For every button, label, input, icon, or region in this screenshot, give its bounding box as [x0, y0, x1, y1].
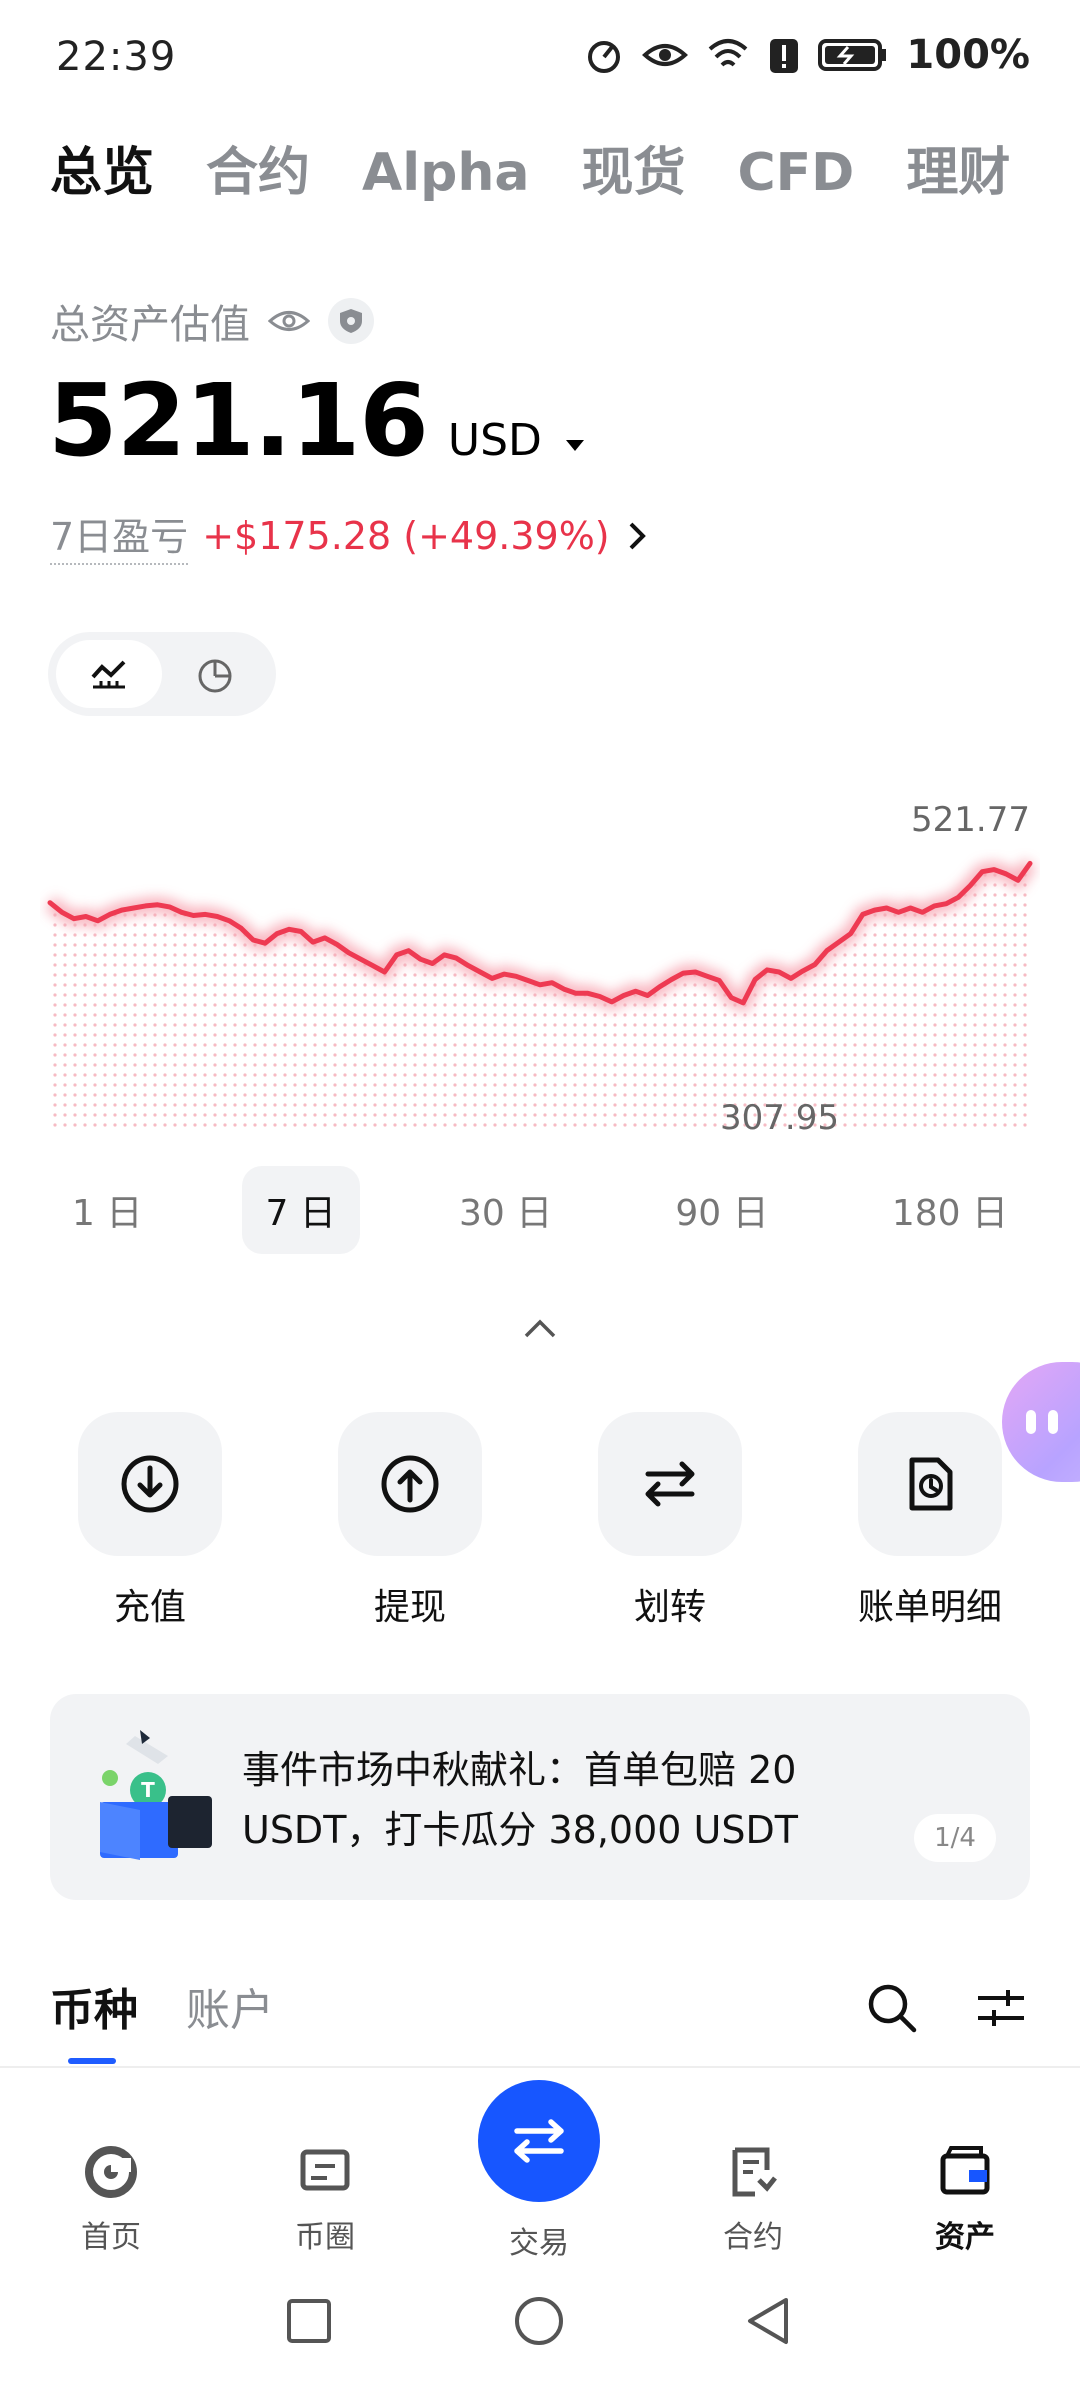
nav-square-label: 币圈 [295, 2220, 355, 2255]
promo-banner[interactable]: T 事件市场中秋献礼：首单包赔 20 USDT，打卡瓜分 38,000 USDT… [50, 1694, 1030, 1900]
promo-text: 事件市场中秋献礼：首单包赔 20 USDT，打卡瓜分 38,000 USDT [242, 1748, 798, 1852]
nav-assets-label: 资产 [935, 2220, 995, 2255]
chevron-right-icon [629, 522, 646, 549]
currency-selector[interactable]: USD [448, 415, 588, 466]
pnl-row[interactable]: 7日盈亏 +$175.28 (+49.39%) [50, 506, 650, 565]
pie-chart-toggle[interactable] [162, 640, 268, 708]
nav-square[interactable]: 币圈 [250, 2144, 400, 2256]
withdraw-icon-wrap [338, 1412, 482, 1556]
nav-assets[interactable]: 资产 [890, 2144, 1040, 2256]
deposit-button[interactable]: 充值 [70, 1412, 230, 1630]
svg-text:T: T [141, 1778, 155, 1802]
bill-icon-wrap [858, 1412, 1002, 1556]
bubble-eye-left [1026, 1410, 1036, 1434]
top-tabs: 总览 合约 Alpha 现货 CFD 理财 [50, 130, 1010, 205]
quick-actions: 充值 提现 划转 账单明细 [70, 1412, 1010, 1630]
chart-type-toggle [48, 632, 276, 716]
asset-line-chart[interactable] [40, 800, 1040, 1140]
promo-illustration: T [100, 1730, 212, 1860]
eye-icon [642, 44, 689, 66]
alert-icon [770, 39, 799, 73]
range-90d[interactable]: 90 日 [651, 1166, 792, 1254]
nav-futures-label: 合约 [723, 2220, 783, 2255]
tab-accounts[interactable]: 账户 [186, 1974, 274, 2038]
home-icon [85, 2146, 137, 2198]
transfer-button[interactable]: 划转 [590, 1412, 750, 1630]
search-icon[interactable] [866, 1982, 918, 2034]
total-balance: 521.16 USD [48, 362, 588, 479]
tab-cfd[interactable]: CFD [737, 143, 854, 203]
deposit-icon-wrap [78, 1412, 222, 1556]
futures-icon [732, 2147, 777, 2197]
tab-earn[interactable]: 理财 [906, 130, 1010, 205]
tab-coins[interactable]: 币种 [50, 1974, 138, 2038]
deposit-label: 充值 [113, 1587, 186, 1628]
speed-icon [588, 41, 621, 73]
line-chart-icon [91, 660, 126, 689]
recents-icon[interactable] [286, 2298, 332, 2344]
nav-futures[interactable]: 合约 [678, 2144, 828, 2256]
caret-down-icon [565, 440, 584, 451]
home-circle-icon[interactable] [514, 2296, 564, 2346]
eye-icon[interactable] [268, 306, 310, 336]
pie-chart-icon [198, 659, 232, 693]
tab-alpha[interactable]: Alpha [362, 143, 529, 203]
status-bar: 22:39 100% [0, 0, 1080, 120]
time-range-selector: 1 日 7 日 30 日 90 日 180 日 [48, 1166, 1032, 1254]
bill-label: 账单明细 [857, 1587, 1002, 1628]
withdraw-icon [381, 1455, 439, 1513]
pnl-label: 7日盈亏 [50, 506, 189, 565]
bottom-nav: 首页 币圈 交易 合约 资产 [0, 2068, 1080, 2270]
currency-label: USD [447, 415, 542, 466]
tab-overview[interactable]: 总览 [50, 130, 154, 205]
transfer-label: 划转 [633, 1587, 706, 1628]
status-icons: 100% [584, 32, 1030, 78]
square-icon [300, 2149, 350, 2191]
range-180d[interactable]: 180 日 [868, 1166, 1032, 1254]
nav-home-label: 首页 [81, 2220, 141, 2255]
line-chart-toggle[interactable] [56, 640, 162, 708]
nav-home[interactable]: 首页 [36, 2144, 186, 2256]
deposit-icon [121, 1455, 179, 1513]
shield-badge[interactable] [328, 298, 374, 344]
collapse-toggle[interactable] [520, 1316, 560, 1346]
holdings-tools [866, 1982, 1026, 2034]
battery-icon [818, 39, 887, 71]
chevron-up-icon [524, 1319, 556, 1338]
nav-trade-label: 交易 [509, 2226, 569, 2261]
assistant-bubble[interactable] [1002, 1362, 1080, 1482]
range-30d[interactable]: 30 日 [435, 1166, 576, 1254]
bubble-eye-right [1048, 1410, 1058, 1434]
withdraw-button[interactable]: 提现 [330, 1412, 490, 1630]
range-1d[interactable]: 1 日 [48, 1166, 166, 1254]
filter-icon[interactable] [976, 1986, 1026, 2030]
balance-amount: 521.16 [48, 362, 429, 479]
status-time: 22:39 [56, 34, 177, 80]
bill-button[interactable]: 账单明细 [850, 1412, 1010, 1630]
asset-label-row: 总资产估值 [50, 292, 374, 350]
bill-icon [909, 1457, 953, 1511]
nav-trade-button[interactable] [478, 2080, 600, 2202]
wifi-icon [709, 39, 748, 67]
range-7d[interactable]: 7 日 [241, 1166, 360, 1254]
shield-icon [340, 309, 362, 333]
total-asset-label: 总资产估值 [50, 302, 250, 348]
system-navigation [0, 2270, 1080, 2388]
holdings-tabs: 币种 账户 [50, 1974, 274, 2038]
wallet-icon [940, 2146, 990, 2195]
trade-icon [514, 2119, 564, 2163]
battery-percent: 100% [906, 32, 1030, 78]
chart-min-label: 307.95 [720, 1098, 839, 1138]
transfer-icon [645, 1461, 695, 1507]
withdraw-label: 提现 [373, 1587, 446, 1628]
pnl-value: +$175.28 (+49.39%) [202, 513, 610, 558]
tab-spot[interactable]: 现货 [581, 130, 685, 205]
back-icon[interactable] [744, 2296, 792, 2346]
active-tab-indicator [68, 2058, 116, 2064]
promo-pager: 1/4 [914, 1814, 996, 1862]
tab-futures[interactable]: 合约 [206, 130, 310, 205]
transfer-icon-wrap [598, 1412, 742, 1556]
